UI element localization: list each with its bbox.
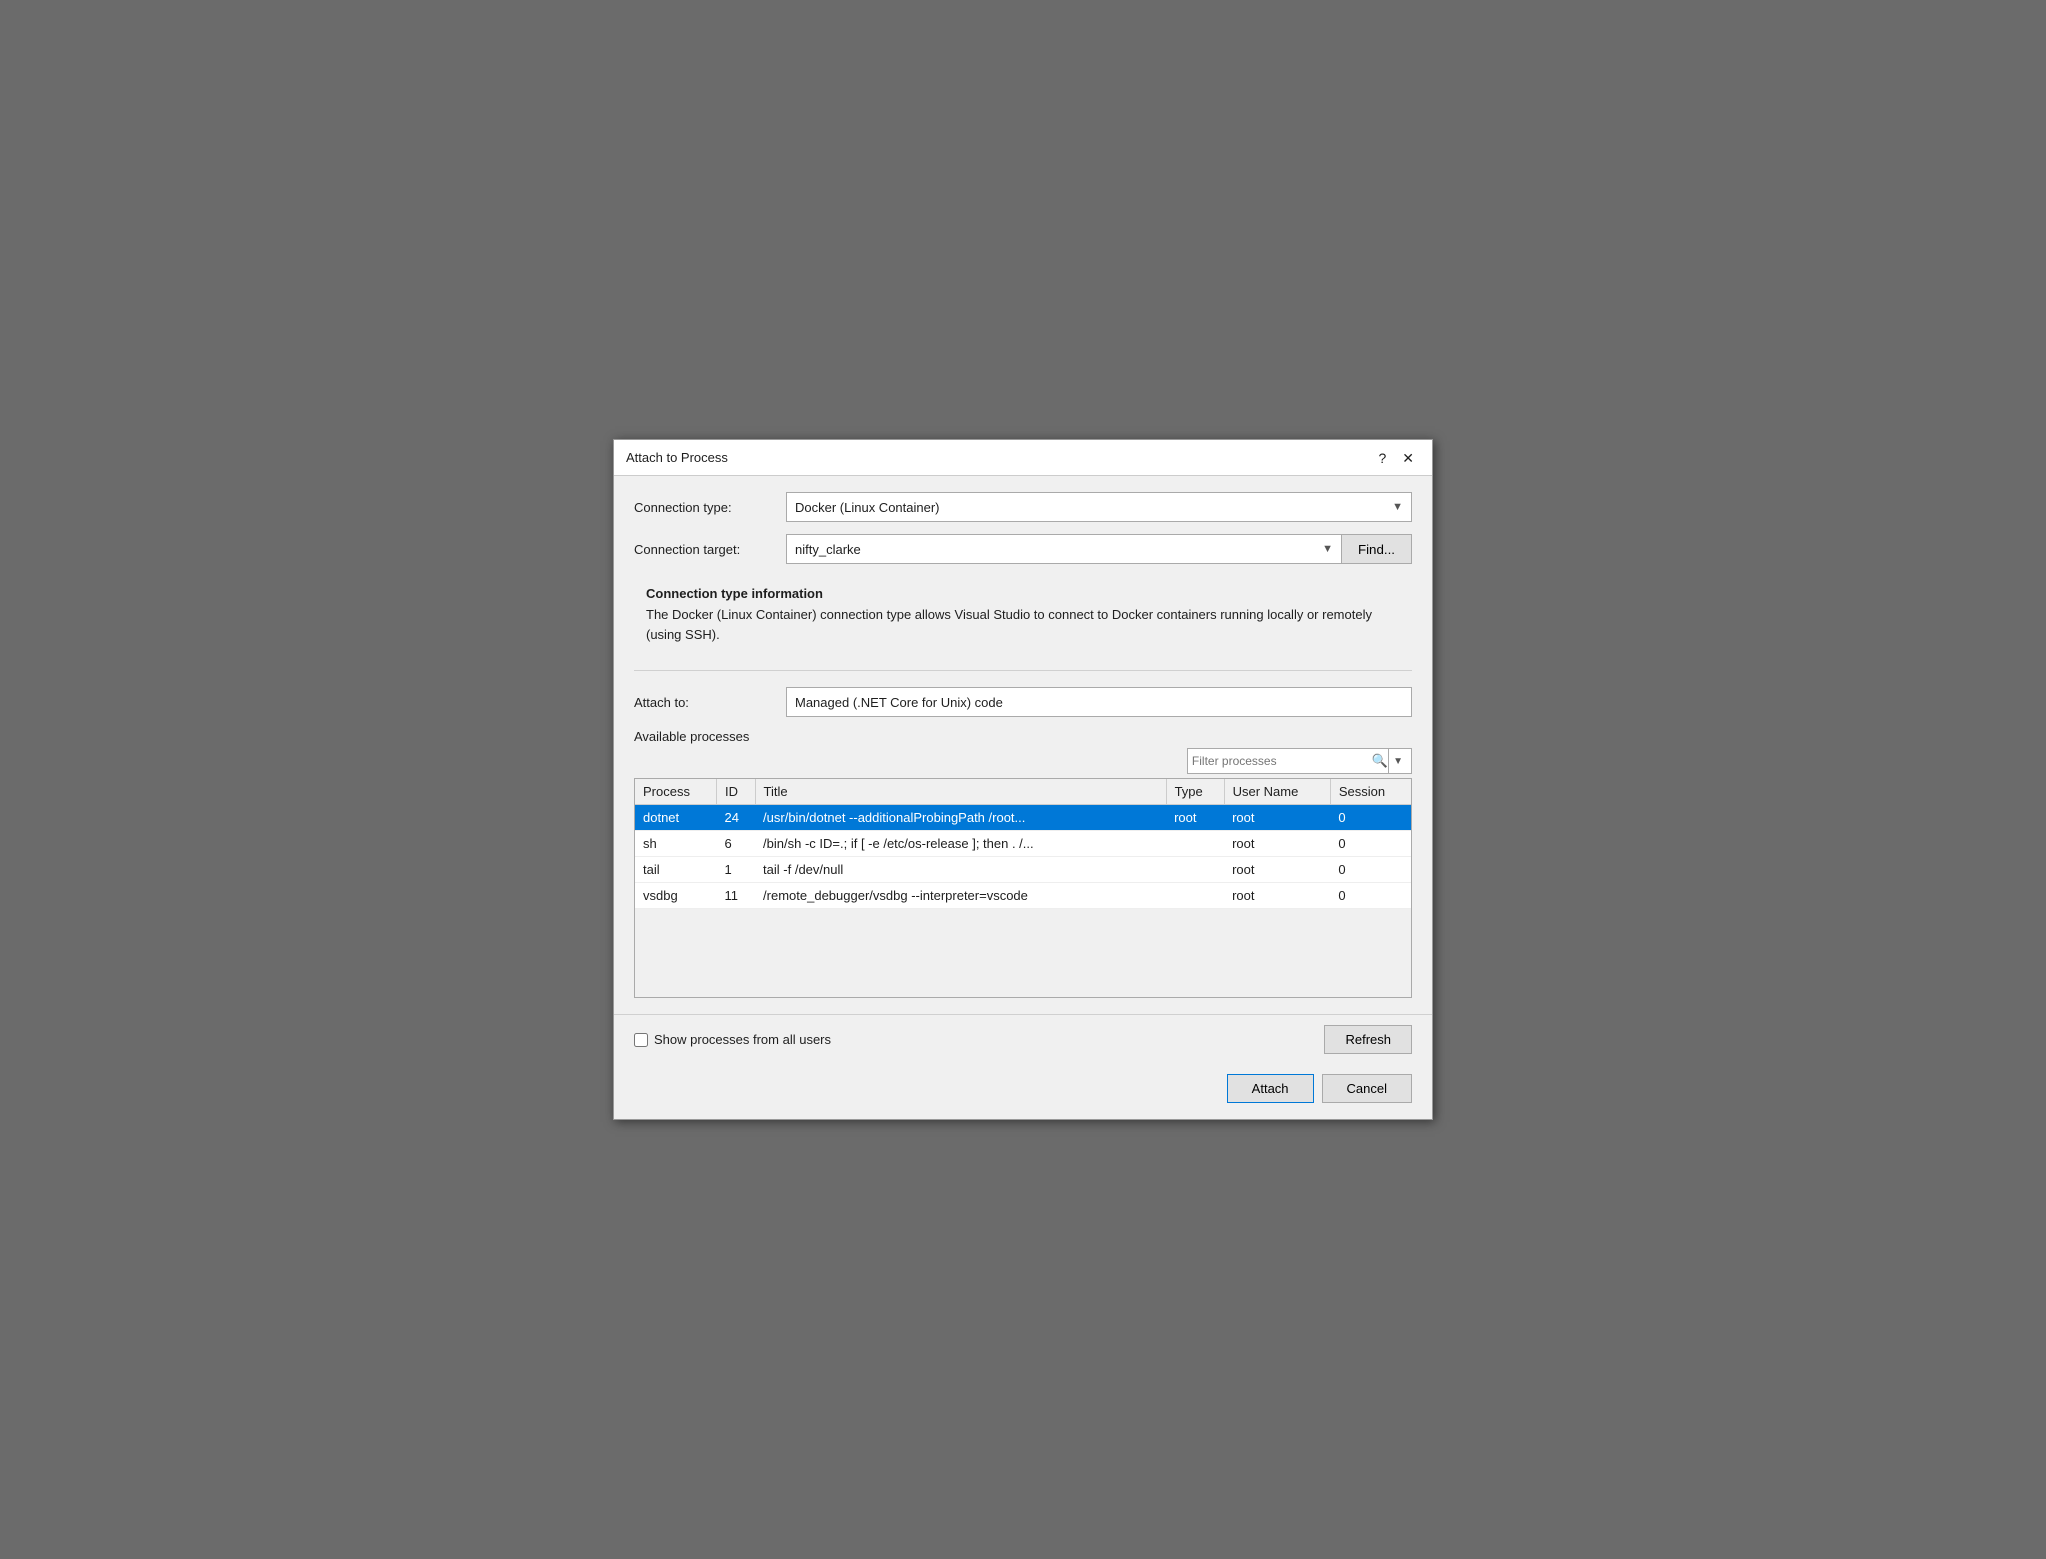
cell-id: 24 [717,805,756,831]
find-button[interactable]: Find... [1341,534,1412,564]
cell-type [1166,831,1224,857]
filter-input-wrapper: 🔍 ▼ [1187,748,1412,774]
cell-process: tail [635,857,717,883]
title-bar-buttons: ? ✕ [1372,449,1420,467]
cell-session: 0 [1330,831,1411,857]
available-processes-section: Available processes 🔍 ▼ Process ID Tit [634,729,1412,998]
table-row[interactable]: sh6/bin/sh -c ID=.; if [ -e /etc/os-rele… [635,831,1411,857]
cell-id: 11 [717,883,756,909]
title-bar: Attach to Process ? ✕ [614,440,1432,476]
cell-process: vsdbg [635,883,717,909]
cell-session: 0 [1330,805,1411,831]
cancel-button[interactable]: Cancel [1322,1074,1412,1103]
info-title: Connection type information [646,586,1400,601]
attach-to-process-dialog: Attach to Process ? ✕ Connection type: D… [613,439,1433,1120]
connection-target-row: Connection target: nifty_clarke ▼ Find..… [634,534,1412,564]
action-buttons: Attach Cancel [614,1064,1432,1119]
cell-title: /remote_debugger/vsdbg --interpreter=vsc… [755,883,1166,909]
col-process: Process [635,779,717,805]
cell-session: 0 [1330,883,1411,909]
cell-session: 0 [1330,857,1411,883]
cell-user: root [1224,857,1330,883]
dialog-body: Connection type: Docker (Linux Container… [614,476,1432,1014]
connection-type-value: Docker (Linux Container) [795,500,940,515]
connection-type-arrow-icon: ▼ [1392,501,1403,513]
cell-title: /usr/bin/dotnet --additionalProbingPath … [755,805,1166,831]
cell-user: root [1224,805,1330,831]
attach-to-input[interactable] [786,687,1412,717]
filter-row: 🔍 ▼ [634,748,1412,774]
cell-type [1166,857,1224,883]
table-row[interactable]: dotnet24/usr/bin/dotnet --additionalProb… [635,805,1411,831]
cell-process: sh [635,831,717,857]
col-title: Title [755,779,1166,805]
cell-title: /bin/sh -c ID=.; if [ -e /etc/os-release… [755,831,1166,857]
connection-type-row: Connection type: Docker (Linux Container… [634,492,1412,522]
connection-type-dropdown[interactable]: Docker (Linux Container) ▼ [786,492,1412,522]
divider [634,670,1412,671]
cell-user: root [1224,831,1330,857]
connection-type-label: Connection type: [634,500,774,515]
help-button[interactable]: ? [1372,449,1392,467]
show-all-processes-checkbox[interactable] [634,1033,648,1047]
col-session: Session [1330,779,1411,805]
cell-type [1166,883,1224,909]
refresh-button[interactable]: Refresh [1324,1025,1412,1054]
attach-to-label: Attach to: [634,695,774,710]
connection-target-label: Connection target: [634,542,774,557]
col-username: User Name [1224,779,1330,805]
filter-input[interactable] [1192,754,1372,768]
cell-title: tail -f /dev/null [755,857,1166,883]
show-all-processes-label[interactable]: Show processes from all users [654,1032,831,1047]
cell-process: dotnet [635,805,717,831]
process-table: Process ID Title Type User Name Session … [635,779,1411,909]
connection-type-control: Docker (Linux Container) ▼ [786,492,1412,522]
filter-dropdown-button[interactable]: ▼ [1388,749,1407,773]
attach-to-row: Attach to: [634,687,1412,717]
col-id: ID [717,779,756,805]
process-table-body: dotnet24/usr/bin/dotnet --additionalProb… [635,805,1411,909]
table-row[interactable]: tail1tail -f /dev/null root0 [635,857,1411,883]
connection-target-control: nifty_clarke ▼ Find... [786,534,1412,564]
connection-target-dropdown[interactable]: nifty_clarke ▼ [786,534,1341,564]
connection-info-box: Connection type information The Docker (… [634,576,1412,654]
show-all-processes-row: Show processes from all users [634,1032,831,1047]
cell-user: root [1224,883,1330,909]
close-button[interactable]: ✕ [1396,449,1420,467]
connection-target-arrow-icon: ▼ [1322,543,1333,555]
cell-id: 1 [717,857,756,883]
table-row[interactable]: vsdbg11/remote_debugger/vsdbg --interpre… [635,883,1411,909]
bottom-area: Show processes from all users Refresh [614,1014,1432,1064]
table-header-row: Process ID Title Type User Name Session [635,779,1411,805]
available-processes-label: Available processes [634,729,1412,744]
cell-type: root [1166,805,1224,831]
process-table-container: Process ID Title Type User Name Session … [634,778,1412,998]
cell-id: 6 [717,831,756,857]
attach-button[interactable]: Attach [1227,1074,1314,1103]
info-text: The Docker (Linux Container) connection … [646,605,1400,644]
dialog-title: Attach to Process [626,450,728,465]
connection-target-value: nifty_clarke [795,542,861,557]
col-type: Type [1166,779,1224,805]
search-icon: 🔍 [1372,753,1388,769]
connection-target-dropdown-group: nifty_clarke ▼ Find... [786,534,1412,564]
